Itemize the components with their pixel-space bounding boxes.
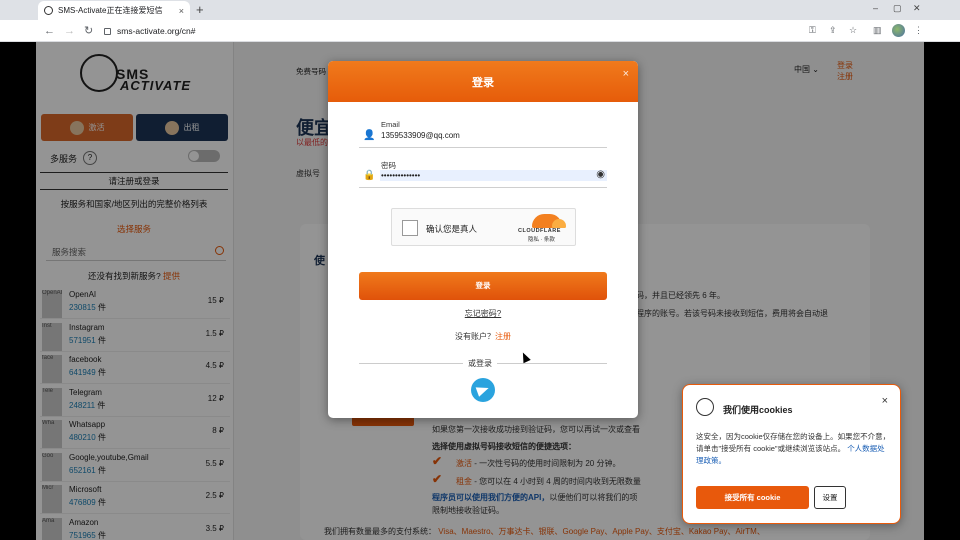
cookie-close-icon[interactable]: ×	[882, 395, 888, 407]
address-bar[interactable]: sms-activate.org/cn#	[100, 23, 805, 39]
login-modal-header: 登录	[328, 61, 638, 102]
back-icon[interactable]: ←	[44, 23, 55, 39]
maximize-icon[interactable]: ▢	[893, 3, 902, 14]
lock-icon: 🔒	[363, 170, 376, 181]
new-tab-button[interactable]: +	[196, 2, 204, 17]
no-account-text: 没有账户？	[455, 332, 495, 341]
no-account-row: 没有账户？注册	[328, 331, 638, 342]
cloudflare-cloud-small-icon	[552, 219, 566, 228]
captcha-text: 确认您是真人	[426, 224, 478, 234]
captcha-checkbox[interactable]	[402, 220, 418, 236]
modal-close-icon[interactable]: ×	[623, 68, 629, 80]
browser-tab[interactable]: SMS-Activate正在连接爱短信 ×	[38, 1, 190, 20]
forward-icon[interactable]: →	[64, 23, 75, 39]
password-label: 密码	[381, 161, 396, 170]
accept-cookies-button[interactable]: 接受所有 cookie	[696, 486, 809, 509]
show-password-eye-icon[interactable]: ◉	[596, 169, 605, 180]
login-modal: 登录 × 👤 Email 1359533909@qq.com 🔒 密码 ••••…	[328, 61, 638, 418]
lock-icon	[104, 27, 111, 35]
cookie-title: 我们使用cookies	[723, 405, 793, 415]
tab-close-icon[interactable]: ×	[179, 6, 184, 16]
profile-avatar[interactable]	[892, 24, 905, 37]
tab-title: SMS-Activate正在连接爱短信	[58, 6, 163, 15]
or-login-text: 或登录	[463, 358, 497, 369]
cloudflare-brand-text: CLOUDFLARE	[518, 228, 561, 234]
forgot-password-link[interactable]: 忘记密码?	[328, 308, 638, 319]
browser-toolbar: ← → ↻ sms-activate.org/cn#	[0, 20, 960, 42]
user-icon: 👤	[363, 130, 376, 141]
minimize-icon[interactable]: –	[873, 3, 878, 13]
key-icon[interactable]: ⚿	[809, 25, 816, 36]
bookmark-star-icon[interactable]: ☆	[849, 25, 857, 36]
menu-kebab-icon[interactable]: ⋮	[914, 25, 923, 36]
email-field[interactable]: 👤 Email 1359533909@qq.com	[359, 120, 607, 148]
login-modal-title: 登录	[472, 76, 494, 89]
cookie-banner: 我们使用cookies × 这安全，因为cookie仅存储在您的设备上。如果您不…	[682, 384, 901, 524]
site-favicon-icon	[44, 6, 53, 15]
share-icon[interactable]: ⇪	[829, 25, 837, 36]
password-value[interactable]: ••••••••••••••	[381, 171, 420, 180]
password-field[interactable]: 🔒 密码 •••••••••••••• ◉	[359, 160, 607, 188]
screen: SMS-Activate正在连接爱短信 × + – ▢ ✕ ← → ↻ sms-…	[0, 0, 960, 540]
login-submit-button[interactable]: 登录	[359, 272, 607, 300]
reload-icon[interactable]: ↻	[84, 23, 93, 39]
telegram-login-icon[interactable]	[471, 378, 495, 402]
cloudflare-privacy-terms[interactable]: 隐私 · 条款	[528, 235, 555, 243]
url-text: sms-activate.org/cn#	[117, 26, 196, 36]
cookie-icon	[696, 398, 714, 416]
modal-register-link[interactable]: 注册	[495, 332, 511, 341]
email-value[interactable]: 1359533909@qq.com	[381, 131, 460, 140]
cookie-settings-button[interactable]: 设置	[814, 486, 846, 509]
cloudflare-logo: CLOUDFLARE 隐私 · 条款	[516, 214, 572, 243]
browser-tab-bar: SMS-Activate正在连接爱短信 × + – ▢ ✕	[0, 0, 960, 20]
cloudflare-captcha: 确认您是真人 CLOUDFLARE 隐私 · 条款	[391, 208, 576, 246]
email-label: Email	[381, 120, 400, 129]
cookie-text: 这安全，因为cookie仅存储在您的设备上。如果您不介意，请单击"接受所有 co…	[696, 431, 891, 467]
window-close-icon[interactable]: ✕	[913, 3, 921, 14]
sidepanel-icon[interactable]: ▥	[873, 25, 882, 36]
